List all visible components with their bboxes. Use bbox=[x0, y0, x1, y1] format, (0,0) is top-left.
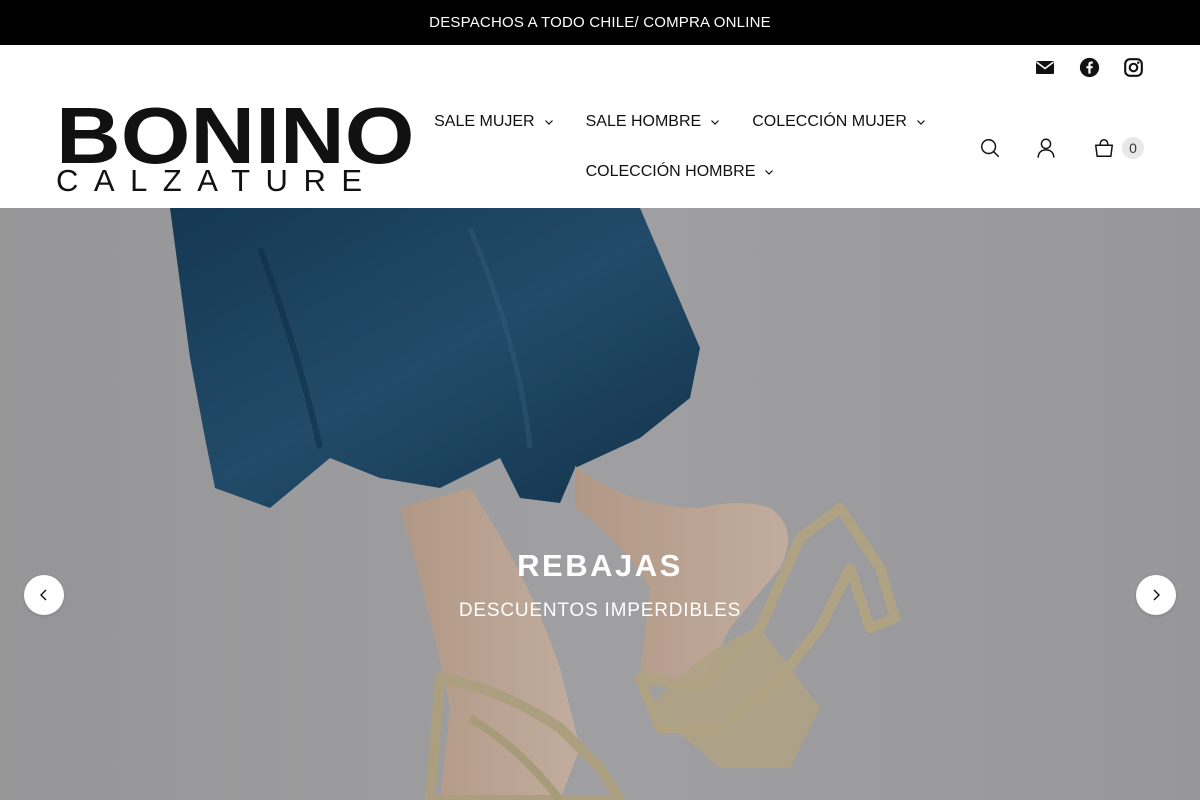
cart-icon bbox=[1092, 136, 1116, 160]
announcement-bar: DESPACHOS A TODO CHILE/ COMPRA ONLINE bbox=[0, 0, 1200, 45]
hero-slideshow: REBAJAS DESCUENTOS IMPERDIBLES bbox=[0, 208, 1200, 800]
cart-button[interactable]: 0 bbox=[1092, 136, 1144, 160]
hero-overlay bbox=[0, 208, 1200, 800]
nav-item-label: COLECCIÓN HOMBRE bbox=[585, 163, 756, 180]
nav-item-label: SALE MUJER bbox=[434, 113, 535, 130]
nav-item-coleccion-hombre[interactable]: COLECCIÓN HOMBRE bbox=[586, 163, 775, 181]
nav-row-1: SALE MUJER SALE HOMBRE COLECCIÓN MUJER bbox=[434, 101, 925, 143]
logo-wordmark: BONINO bbox=[56, 91, 415, 180]
header-tools: 0 bbox=[978, 136, 1144, 160]
hero-subtitle: DESCUENTOS IMPERDIBLES bbox=[458, 600, 742, 621]
search-icon[interactable] bbox=[978, 136, 1002, 160]
nav-item-coleccion-mujer[interactable]: COLECCIÓN MUJER bbox=[752, 113, 926, 131]
chevron-left-icon bbox=[40, 589, 47, 601]
account-icon[interactable] bbox=[1034, 136, 1058, 160]
slideshow-next-button[interactable] bbox=[1136, 575, 1176, 615]
facebook-icon[interactable] bbox=[1078, 56, 1100, 78]
instagram-icon[interactable] bbox=[1122, 56, 1144, 78]
chevron-down-icon bbox=[765, 170, 774, 175]
chevron-right-icon bbox=[1153, 589, 1160, 601]
nav-item-label: COLECCIÓN MUJER bbox=[752, 113, 907, 130]
slideshow-prev-button[interactable] bbox=[24, 575, 64, 615]
site-header: BONINO CALZATURE SALE MUJER SALE HOMBRE … bbox=[0, 45, 1200, 208]
nav-row-2: COLECCIÓN HOMBRE bbox=[440, 151, 920, 193]
announcement-text: DESPACHOS A TODO CHILE/ COMPRA ONLINE bbox=[429, 14, 771, 31]
nav-item-sale-hombre[interactable]: SALE HOMBRE bbox=[586, 113, 721, 131]
nav-item-label: SALE HOMBRE bbox=[585, 113, 702, 130]
hero-title: REBAJAS bbox=[517, 548, 683, 583]
email-icon[interactable] bbox=[1034, 56, 1056, 78]
nav-item-sale-mujer[interactable]: SALE MUJER bbox=[434, 113, 553, 131]
brand-logo[interactable]: BONINO CALZATURE bbox=[56, 96, 414, 197]
chevron-down-icon bbox=[916, 120, 925, 125]
main-navigation: SALE MUJER SALE HOMBRE COLECCIÓN MUJER C… bbox=[434, 101, 925, 193]
chevron-down-icon bbox=[544, 120, 553, 125]
chevron-down-icon bbox=[711, 120, 720, 125]
cart-count-badge: 0 bbox=[1122, 137, 1144, 159]
social-links bbox=[1034, 56, 1144, 78]
